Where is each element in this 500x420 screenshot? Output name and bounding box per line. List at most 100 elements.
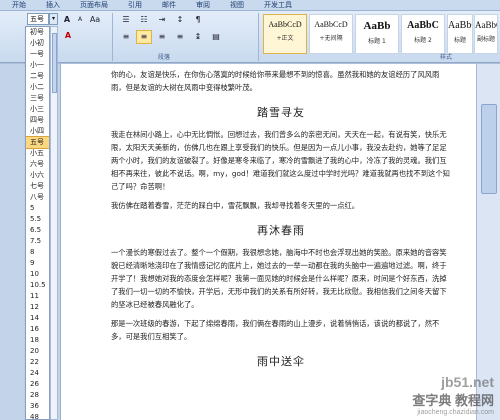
font-size-option[interactable]: 11 xyxy=(26,291,49,302)
watermark-url: jiaocheng.chazidian.com xyxy=(417,409,494,416)
tab-review[interactable]: 审阅 xyxy=(186,0,220,11)
style-sample: AaBbC xyxy=(475,20,497,30)
clear-format-button[interactable]: Aa xyxy=(88,13,102,27)
font-size-option[interactable]: 36 xyxy=(26,401,49,412)
font-size-input[interactable]: 五号 xyxy=(27,13,49,25)
tab-insert[interactable]: 插入 xyxy=(36,0,70,11)
align-right-button[interactable]: ≡ xyxy=(154,30,170,44)
numbering-icon[interactable]: ☷ xyxy=(136,13,152,27)
font-size-option[interactable]: 10 xyxy=(26,269,49,280)
font-size-option[interactable]: 七号 xyxy=(26,181,49,192)
grow-font-button[interactable]: A xyxy=(61,13,73,27)
bullets-icon[interactable]: ☰ xyxy=(118,13,134,27)
style-normal[interactable]: AaBbCcD +正文 xyxy=(263,14,307,54)
font-size-option[interactable]: 10.5 xyxy=(26,280,49,291)
align-left-button[interactable]: ≡ xyxy=(118,30,134,44)
styles-group-label: 样式 xyxy=(440,54,453,61)
style-name: 标题 1 xyxy=(368,38,386,45)
font-size-option[interactable]: 22 xyxy=(26,357,49,368)
document-body[interactable]: 你的心，友谊是快乐，在你伤心落寞的时候给你带来最想不到的惊喜。虽然我和她的友谊经… xyxy=(111,64,451,377)
style-name: +正文 xyxy=(276,35,294,42)
font-size-dropdown-list[interactable]: 初号 小初 一号 小一 二号 小二 三号 小三 四号 小四 五号 小五 六号 小六 七号 八号 5 5.5 6.5 7… xyxy=(25,26,50,420)
scrollbar-thumb[interactable] xyxy=(481,104,497,194)
style-name: 标题 xyxy=(453,37,466,44)
document-page[interactable]: 你的心，友谊是快乐，在你伤心落寞的时候给你带来最想不到的惊喜。虽然我和她的友谊经… xyxy=(60,64,476,420)
indent-icon[interactable]: ⇥ xyxy=(154,13,170,27)
paragraph: 我走在林间小路上，心中无比惆怅。回想过去，我们曾多么的亲密无间，天天在一起，有说… xyxy=(111,130,450,191)
font-size-option[interactable]: 五号 xyxy=(26,136,49,149)
section-heading: 雨中送伞 xyxy=(257,355,305,368)
font-size-option[interactable]: 48 xyxy=(26,412,49,419)
style-sample: AaBbC xyxy=(407,20,439,31)
font-size-option[interactable]: 小三 xyxy=(26,104,49,115)
font-size-option[interactable]: 初号 xyxy=(26,27,49,38)
font-size-option[interactable]: 28 xyxy=(26,390,49,401)
font-size-option[interactable]: 24 xyxy=(26,368,49,379)
font-size-option[interactable]: 8 xyxy=(26,247,49,258)
justify-button[interactable]: ≡ xyxy=(172,30,188,44)
watermark-title: 查字典 教程网 xyxy=(412,393,494,408)
paragraph: 一个漫长的寒假过去了。整个一个假期，我很想念她，脑海中不时也会浮现出她的笑脸。原… xyxy=(111,248,447,309)
style-title[interactable]: AaBbC 标题 xyxy=(447,14,473,54)
style-sample: AaBbC xyxy=(448,20,472,31)
font-size-option[interactable]: 小二 xyxy=(26,82,49,93)
ribbon-tab-bar: 开始 插入 页面布局 引用 邮件 审阅 视图 开发工具 xyxy=(0,0,500,11)
style-name: +无间隔 xyxy=(319,35,343,42)
font-size-option[interactable]: 小四 xyxy=(26,126,49,137)
tab-developer[interactable]: 开发工具 xyxy=(254,0,302,11)
font-size-option[interactable]: 小初 xyxy=(26,38,49,49)
font-size-option[interactable]: 6.5 xyxy=(26,225,49,236)
font-size-option[interactable]: 16 xyxy=(26,324,49,335)
paragraph: 我仿佛在踏着春雪，茫茫的踩白中，雪花飘飘，我却寻找着冬天里的一点红。 xyxy=(111,201,360,210)
style-sample: AaBbCcD xyxy=(268,20,302,29)
font-size-option[interactable]: 四号 xyxy=(26,115,49,126)
style-name: 标题 2 xyxy=(414,37,432,44)
paragraph: 那是一次班级的春游，下起了绵绵春雨，我们俩在春雨的山上漫步，说着悄悄话，该说的都… xyxy=(111,319,440,341)
tab-references[interactable]: 引用 xyxy=(118,0,152,11)
style-sample: AaBbCcD xyxy=(314,20,348,29)
font-size-option[interactable]: 一号 xyxy=(26,49,49,60)
font-size-option[interactable]: 八号 xyxy=(26,192,49,203)
dropdown-scrollbar[interactable] xyxy=(50,26,58,420)
font-size-option[interactable]: 5.5 xyxy=(26,214,49,225)
tab-mailings[interactable]: 邮件 xyxy=(152,0,186,11)
show-marks-icon[interactable]: ¶ xyxy=(190,13,206,27)
shrink-font-button[interactable]: A xyxy=(74,13,86,27)
font-size-option[interactable]: 二号 xyxy=(26,71,49,82)
font-color-button[interactable]: A xyxy=(61,29,75,43)
font-size-option[interactable]: 7.5 xyxy=(26,236,49,247)
font-size-option[interactable]: 14 xyxy=(26,313,49,324)
font-size-option[interactable]: 12 xyxy=(26,302,49,313)
ribbon: 五号 ▾ A A Aa A ☰ ☷ ⇥ ↕ ¶ ≡ ≡ ≡ ≡ ↨ ▤ 段落 A… xyxy=(0,11,500,63)
style-subtitle[interactable]: AaBbC 副标题 xyxy=(474,14,498,54)
paragraph: 你的心，友谊是快乐，在你伤心落寞的时候给你带来最想不到的惊喜。虽然我和她的友谊经… xyxy=(111,70,440,92)
font-size-option[interactable]: 小一 xyxy=(26,60,49,71)
ribbon-separator xyxy=(112,13,113,61)
tab-layout[interactable]: 页面布局 xyxy=(70,0,118,11)
shading-icon[interactable]: ▤ xyxy=(208,30,224,44)
style-name: 副标题 xyxy=(476,36,495,43)
style-sample: AaBb xyxy=(363,20,391,32)
style-no-spacing[interactable]: AaBbCcD +无间隔 xyxy=(309,14,353,54)
font-size-option[interactable]: 20 xyxy=(26,346,49,357)
dropdown-scrollbar-thumb[interactable] xyxy=(52,33,57,93)
font-size-option[interactable]: 六号 xyxy=(26,159,49,170)
align-center-button[interactable]: ≡ xyxy=(136,30,152,44)
tab-view[interactable]: 视图 xyxy=(220,0,254,11)
line-spacing-icon[interactable]: ↨ xyxy=(190,30,206,44)
font-size-option[interactable]: 26 xyxy=(26,379,49,390)
watermark-domain: jb51.net xyxy=(441,374,494,390)
font-size-dropdown-arrow[interactable]: ▾ xyxy=(49,13,58,25)
font-size-option[interactable]: 18 xyxy=(26,335,49,346)
font-size-option[interactable]: 小五 xyxy=(26,148,49,159)
font-size-option[interactable]: 9 xyxy=(26,258,49,269)
sort-icon[interactable]: ↕ xyxy=(172,13,188,27)
font-size-option[interactable]: 小六 xyxy=(26,170,49,181)
style-heading-1[interactable]: AaBb 标题 1 xyxy=(355,14,399,54)
paragraph-group-label: 段落 xyxy=(158,54,171,61)
font-size-option[interactable]: 三号 xyxy=(26,93,49,104)
vertical-scrollbar[interactable] xyxy=(476,64,500,420)
font-size-option[interactable]: 5 xyxy=(26,203,49,214)
tab-home[interactable]: 开始 xyxy=(2,0,36,11)
style-heading-2[interactable]: AaBbC 标题 2 xyxy=(401,14,445,54)
